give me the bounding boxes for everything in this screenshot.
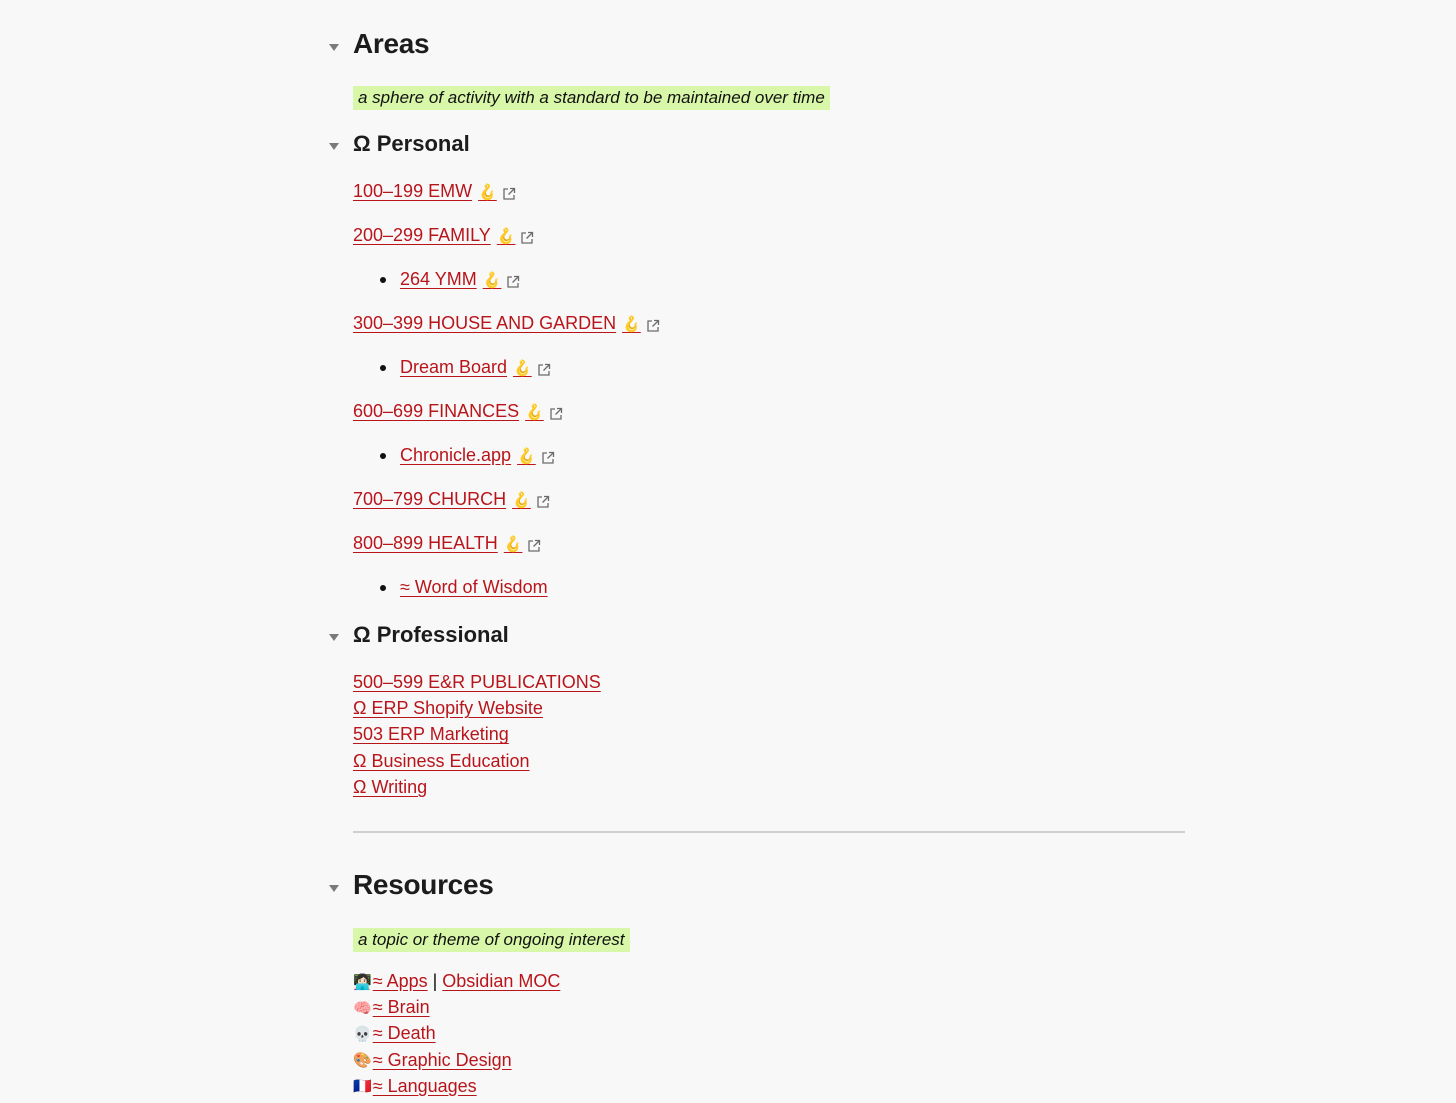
note-link[interactable]: ≈ Brain xyxy=(373,997,430,1018)
list-item: Ω Writing xyxy=(353,777,427,798)
bullet-icon xyxy=(380,364,386,371)
hook-icon[interactable]: 🪝 xyxy=(497,227,516,245)
list-item: Ω Business Education xyxy=(353,751,530,772)
list-item: 700–799 CHURCH 🪝 xyxy=(353,489,550,510)
hook-icon[interactable]: 🪝 xyxy=(478,183,497,201)
list-item: 200–299 FAMILY 🪝 xyxy=(353,225,534,246)
note-link[interactable]: 700–799 CHURCH xyxy=(353,489,506,510)
note-link[interactable]: ≈ Death xyxy=(373,1023,436,1044)
hook-icon[interactable]: 🪝 xyxy=(525,403,544,421)
emoji-icon: 👩🏻‍💻 xyxy=(353,973,372,991)
collapse-triangle-icon[interactable] xyxy=(329,634,339,641)
note-link[interactable]: ≈ Graphic Design xyxy=(373,1050,512,1071)
collapse-triangle-icon[interactable] xyxy=(329,44,339,51)
list-item: 264 YMM 🪝 xyxy=(380,269,520,290)
separator: | xyxy=(432,971,438,991)
horizontal-rule xyxy=(353,831,1185,833)
note-link[interactable]: 500–599 E&R PUBLICATIONS xyxy=(353,672,601,693)
note-link[interactable]: ≈ Apps xyxy=(373,971,428,992)
external-link-icon[interactable] xyxy=(549,405,563,420)
areas-title: Areas xyxy=(353,28,430,59)
resources-title: Resources xyxy=(353,869,494,900)
bullet-icon xyxy=(380,584,386,591)
list-item: ≈ Word of Wisdom xyxy=(380,577,548,598)
emoji-icon: 🎨 xyxy=(353,1052,372,1070)
resources-heading: Resources xyxy=(329,869,494,901)
hook-icon[interactable]: 🪝 xyxy=(513,359,532,377)
personal-heading: Ω Personal xyxy=(329,131,470,157)
hook-icon[interactable]: 🪝 xyxy=(512,491,531,509)
list-item: 🇫🇷 ≈ Languages xyxy=(353,1076,477,1097)
list-item: 500–599 E&R PUBLICATIONS xyxy=(353,672,601,693)
list-item: Dream Board 🪝 xyxy=(380,357,551,378)
list-item: 503 ERP Marketing xyxy=(353,724,509,745)
list-item: 🧠 ≈ Brain xyxy=(353,997,430,1018)
list-item: 800–899 HEALTH 🪝 xyxy=(353,533,541,554)
list-item: 600–699 FINANCES 🪝 xyxy=(353,401,563,422)
note-link[interactable]: Chronicle.app xyxy=(400,445,511,466)
hook-icon[interactable]: 🪝 xyxy=(622,315,641,333)
note-link[interactable]: Dream Board xyxy=(400,357,507,378)
note-link[interactable]: 100–199 EMW xyxy=(353,181,472,202)
professional-heading: Ω Professional xyxy=(329,622,509,648)
note-link[interactable]: Obsidian MOC xyxy=(442,971,560,992)
note-link[interactable]: Ω Business Education xyxy=(353,751,530,772)
external-link-icon[interactable] xyxy=(646,317,660,332)
list-item: 👩🏻‍💻 ≈ Apps | Obsidian MOC xyxy=(353,971,560,992)
list-item: 100–199 EMW 🪝 xyxy=(353,181,516,202)
note-link[interactable]: 300–399 HOUSE AND GARDEN xyxy=(353,313,616,334)
external-link-icon[interactable] xyxy=(506,273,520,288)
areas-definition: a sphere of activity with a standard to … xyxy=(353,86,830,110)
note-link[interactable]: 503 ERP Marketing xyxy=(353,724,509,745)
note-link[interactable]: Ω Writing xyxy=(353,777,427,798)
list-item: 💀 ≈ Death xyxy=(353,1023,436,1044)
external-link-icon[interactable] xyxy=(536,493,550,508)
collapse-triangle-icon[interactable] xyxy=(329,143,339,150)
note-link[interactable]: 800–899 HEALTH xyxy=(353,533,498,554)
external-link-icon[interactable] xyxy=(541,449,555,464)
list-item: Chronicle.app 🪝 xyxy=(380,445,555,466)
list-item: 🎨 ≈ Graphic Design xyxy=(353,1050,512,1071)
external-link-icon[interactable] xyxy=(520,229,534,244)
emoji-icon: 💀 xyxy=(353,1025,372,1043)
note-link[interactable]: Ω ERP Shopify Website xyxy=(353,698,543,719)
external-link-icon[interactable] xyxy=(527,537,541,552)
hook-icon[interactable]: 🪝 xyxy=(517,447,536,465)
note-link[interactable]: 600–699 FINANCES xyxy=(353,401,519,422)
emoji-icon: 🧠 xyxy=(353,999,372,1017)
list-item: 300–399 HOUSE AND GARDEN 🪝 xyxy=(353,313,660,334)
bullet-icon xyxy=(380,276,386,283)
bullet-icon xyxy=(380,452,386,459)
note-link[interactable]: ≈ Languages xyxy=(373,1076,477,1097)
hook-icon[interactable]: 🪝 xyxy=(504,535,523,553)
note-link[interactable]: 264 YMM xyxy=(400,269,477,290)
emoji-icon: 🇫🇷 xyxy=(353,1078,372,1096)
professional-title: Ω Professional xyxy=(353,622,509,647)
list-item: Ω ERP Shopify Website xyxy=(353,698,543,719)
note-link[interactable]: ≈ Word of Wisdom xyxy=(400,577,548,598)
resources-definition: a topic or theme of ongoing interest xyxy=(353,928,630,952)
personal-title: Ω Personal xyxy=(353,131,470,156)
external-link-icon[interactable] xyxy=(502,185,516,200)
external-link-icon[interactable] xyxy=(537,361,551,376)
collapse-triangle-icon[interactable] xyxy=(329,885,339,892)
note-link[interactable]: 200–299 FAMILY xyxy=(353,225,491,246)
hook-icon[interactable]: 🪝 xyxy=(483,271,502,289)
areas-heading: Areas xyxy=(329,28,430,60)
